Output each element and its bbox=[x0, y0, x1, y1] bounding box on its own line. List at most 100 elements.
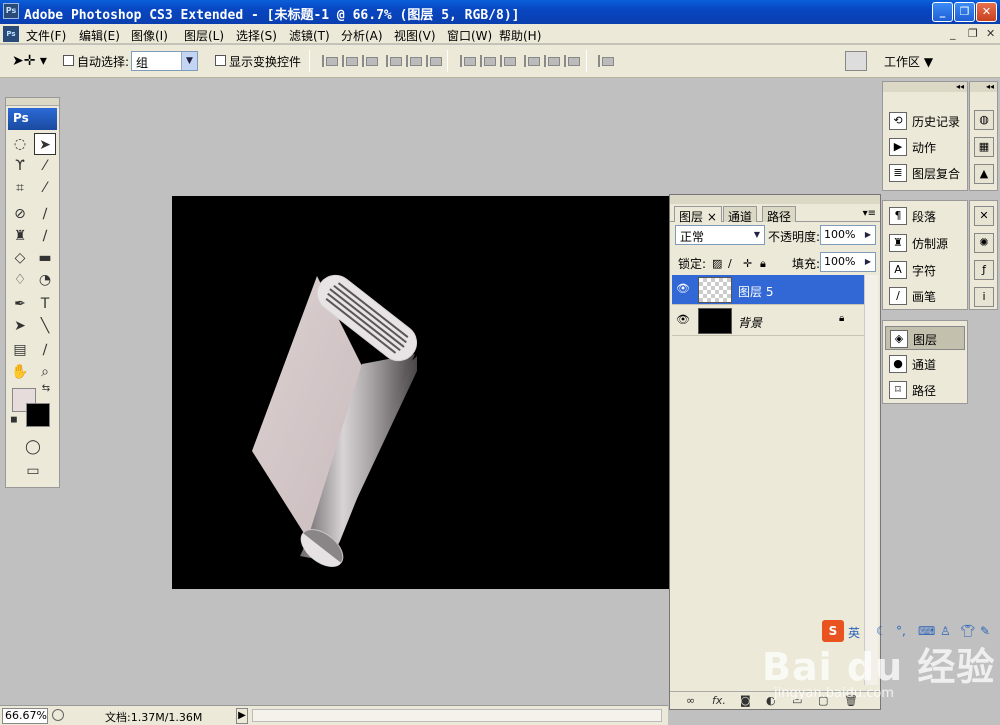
history-brush-icon[interactable]: ∕ bbox=[34, 225, 56, 247]
gradient-icon[interactable]: ▬ bbox=[34, 247, 56, 269]
fill-input[interactable]: 100% ▶ bbox=[820, 252, 876, 272]
status-menu-icon[interactable] bbox=[52, 709, 64, 721]
align-vcenter-icon[interactable] bbox=[342, 55, 358, 67]
distribute-vcenter-icon[interactable] bbox=[480, 55, 496, 67]
brush-icon[interactable]: ∕ bbox=[34, 203, 56, 225]
tool-presets-icon[interactable]: ✕ bbox=[974, 206, 994, 226]
default-colors-icon[interactable]: ◼ bbox=[8, 414, 20, 426]
lock-transparency-icon[interactable]: ▨ bbox=[712, 257, 722, 270]
menu-select[interactable]: 选择(S) bbox=[236, 27, 277, 44]
line-icon[interactable]: ╲ bbox=[34, 315, 56, 337]
menu-layer[interactable]: 图层(L) bbox=[184, 27, 224, 44]
dock-header[interactable]: ◂◂ bbox=[883, 82, 967, 92]
menu-help[interactable]: 帮助(H) bbox=[499, 27, 541, 44]
minimize-button[interactable]: _ bbox=[932, 2, 953, 22]
panel-menu-icon[interactable]: ▾≡ bbox=[863, 208, 876, 219]
distribute-right-icon[interactable] bbox=[564, 55, 580, 67]
palette-grip[interactable] bbox=[6, 98, 59, 106]
path-select-icon[interactable]: ➤ bbox=[9, 315, 31, 337]
close-button[interactable]: ✕ bbox=[976, 2, 997, 22]
screen-mode-icon[interactable]: ▭ bbox=[22, 460, 44, 482]
maximize-button[interactable]: ❐ bbox=[954, 2, 975, 22]
menu-view[interactable]: 视图(V) bbox=[394, 27, 436, 44]
fx-icon[interactable]: fx. bbox=[712, 694, 726, 707]
doc-minimize-button[interactable]: _ bbox=[950, 27, 956, 40]
lasso-icon[interactable]: ϒ bbox=[9, 155, 31, 177]
navigator-icon[interactable]: ▲ bbox=[974, 164, 994, 184]
dock-item-history[interactable]: ⟲ 历史记录 bbox=[885, 109, 965, 133]
opacity-input[interactable]: 100% ▶ bbox=[820, 225, 876, 245]
align-right-icon[interactable] bbox=[426, 55, 442, 67]
info-icon[interactable]: i bbox=[974, 287, 994, 307]
lock-position-icon[interactable]: ✛ bbox=[743, 257, 752, 270]
layer-row[interactable]: 👁︎ 图层 5 bbox=[672, 275, 864, 305]
dock-item-character[interactable]: A 字符 bbox=[885, 258, 965, 282]
blur-icon[interactable]: ♢ bbox=[9, 269, 31, 291]
menu-image[interactable]: 图像(I) bbox=[131, 27, 168, 44]
dodge-icon[interactable]: ◔ bbox=[34, 269, 56, 291]
document-icon[interactable]: Ps bbox=[3, 26, 19, 42]
dock-item-paragraph[interactable]: ¶ 段落 bbox=[885, 204, 965, 228]
menu-analysis[interactable]: 分析(A) bbox=[341, 27, 383, 44]
move-tool-preset-icon[interactable]: ➤✛ ▾ bbox=[12, 53, 47, 69]
dock-item-clone-source[interactable]: ♜ 仿制源 bbox=[885, 231, 965, 255]
tab-channels[interactable]: 通道 bbox=[723, 206, 758, 224]
pen-icon[interactable]: ✒ bbox=[9, 293, 31, 315]
spot-heal-icon[interactable]: ⊘ bbox=[9, 203, 31, 225]
doc-restore-button[interactable]: ❐ bbox=[968, 27, 978, 40]
slice-icon[interactable]: ⁄ bbox=[34, 177, 56, 199]
align-bottom-icon[interactable] bbox=[362, 55, 378, 67]
chevron-right-icon[interactable]: ▶ bbox=[861, 226, 875, 244]
swap-colors-icon[interactable]: ⇆ bbox=[40, 383, 52, 395]
workspace-menu[interactable]: 工作区 ▼ bbox=[884, 53, 933, 70]
dock-item-brushes[interactable]: ∕ 画笔 bbox=[885, 284, 965, 308]
distribute-left-icon[interactable] bbox=[524, 55, 540, 67]
swatches-icon[interactable]: ▦ bbox=[974, 137, 994, 157]
doc-close-button[interactable]: ✕ bbox=[986, 27, 995, 40]
eyedropper-icon[interactable]: ∕ bbox=[34, 339, 56, 361]
zoom-input[interactable]: 66.67% bbox=[2, 708, 48, 724]
link-icon[interactable]: ∞ bbox=[686, 694, 695, 707]
menu-file[interactable]: 文件(F) bbox=[26, 27, 66, 44]
tab-paths[interactable]: 路径 bbox=[762, 206, 797, 224]
blend-mode-dropdown[interactable]: 正常 ▼ bbox=[675, 225, 765, 245]
align-hcenter-icon[interactable] bbox=[406, 55, 422, 67]
mask-icon[interactable]: ◙ bbox=[740, 694, 751, 707]
type-icon[interactable]: T bbox=[34, 293, 56, 315]
lock-all-icon[interactable]: 🔒︎ bbox=[760, 257, 766, 271]
dock-header[interactable]: ◂◂ bbox=[970, 82, 997, 92]
color-icon[interactable]: ◍ bbox=[974, 110, 994, 130]
auto-select-checkbox[interactable] bbox=[63, 55, 74, 66]
dock-item-layers[interactable]: ◈ 图层 bbox=[885, 326, 965, 350]
background-color-swatch[interactable] bbox=[26, 403, 50, 427]
dock-item-actions[interactable]: ▶ 动作 bbox=[885, 135, 965, 159]
tab-layers[interactable]: 图层 × bbox=[674, 206, 722, 224]
show-transform-checkbox[interactable] bbox=[215, 55, 226, 66]
align-top-icon[interactable] bbox=[322, 55, 338, 67]
menu-filter[interactable]: 滤镜(T) bbox=[289, 27, 330, 44]
move-icon[interactable]: ➤ bbox=[34, 133, 56, 155]
crop-icon[interactable]: ⌗ bbox=[9, 177, 31, 199]
notes-icon[interactable]: ▤ bbox=[9, 339, 31, 361]
dock-item-channels[interactable]: ● 通道 bbox=[885, 352, 965, 376]
styles-fx-icon[interactable]: ƒ bbox=[974, 260, 994, 280]
magic-wand-icon[interactable]: ⁄ bbox=[34, 155, 56, 177]
styles-icon[interactable]: ✺ bbox=[974, 233, 994, 253]
document-canvas[interactable] bbox=[172, 196, 670, 589]
eye-icon[interactable]: 👁︎ bbox=[675, 313, 691, 327]
eraser-icon[interactable]: ◇ bbox=[9, 247, 31, 269]
lock-pixels-icon[interactable]: ∕ bbox=[728, 257, 732, 270]
menu-edit[interactable]: 编辑(E) bbox=[79, 27, 120, 44]
distribute-top-icon[interactable] bbox=[460, 55, 476, 67]
hand-icon[interactable]: ✋ bbox=[9, 361, 31, 383]
zoom-icon[interactable]: ⌕ bbox=[34, 361, 56, 383]
dock-item-paths[interactable]: ⌑ 路径 bbox=[885, 378, 965, 402]
auto-align-icon[interactable] bbox=[598, 55, 614, 67]
panel-header[interactable] bbox=[670, 195, 880, 204]
chevron-right-icon[interactable]: ▶ bbox=[236, 708, 248, 724]
quick-mask-icon[interactable]: ◯ bbox=[22, 436, 44, 458]
marquee-icon[interactable]: ◌ bbox=[9, 133, 31, 155]
distribute-hcenter-icon[interactable] bbox=[544, 55, 560, 67]
workspace-icon[interactable] bbox=[845, 51, 867, 71]
menu-window[interactable]: 窗口(W) bbox=[447, 27, 492, 44]
